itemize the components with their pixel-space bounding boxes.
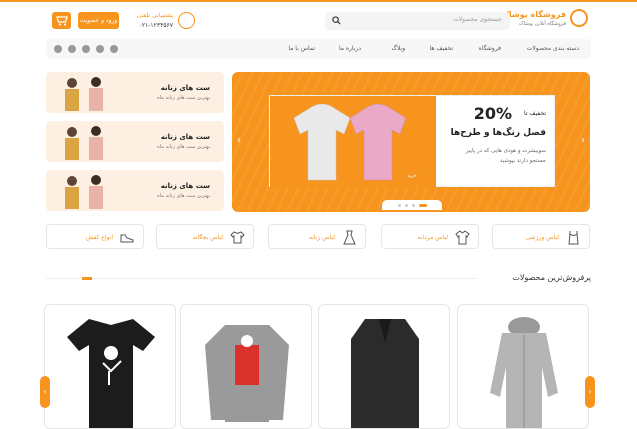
discount-prefix: تخفیف تا <box>523 110 546 117</box>
category-sport[interactable]: لباس ورزشی <box>492 224 590 249</box>
product-card[interactable] <box>44 304 176 429</box>
side-banner[interactable]: ست های زنانه بهترین ست های زنانه ماه <box>46 170 224 211</box>
side-banner-subtitle: بهترین ست های زنانه ماه <box>157 95 210 101</box>
product-image-blazer <box>351 319 419 428</box>
models-image <box>65 175 103 209</box>
side-banner-subtitle: بهترین ست های زنانه ماه <box>157 144 210 150</box>
nav-item-discounts[interactable]: تخفیف ها <box>430 45 454 52</box>
slider-dot[interactable] <box>412 204 415 207</box>
nav-item-about[interactable]: درباره ما <box>339 45 361 52</box>
headset-icon <box>178 12 195 29</box>
side-banner-title: ست های زنانه <box>160 133 210 141</box>
side-banner-title: ست های زنانه <box>160 84 210 92</box>
product-image-sweater <box>205 325 289 422</box>
category-label: انواع کفش <box>85 234 113 241</box>
hero-title: فصل رنگ‌ها و طرح‌ها <box>450 128 546 138</box>
dress-icon <box>343 230 356 245</box>
category-label: لباس ورزشی <box>525 234 559 241</box>
category-label: لباس مردانه <box>417 234 448 241</box>
slider-dot[interactable] <box>398 204 401 207</box>
side-banner[interactable]: ست های زنانه بهترین ست های زنانه ماه <box>46 72 224 113</box>
side-banner-title: ست های زنانه <box>160 182 210 190</box>
product-image-tshirt <box>67 319 155 428</box>
logo-title: فروشگاه پوشاک <box>500 10 566 19</box>
support-phone: ۰۲۱-۱۲۳۴۵۶۷ <box>138 22 173 29</box>
models-image <box>65 126 103 160</box>
site-logo[interactable]: فروشگاه پوشاک فروشگاه آنلاین پوشاک <box>501 9 588 31</box>
support-label: پشتیبانی تلفنی <box>136 12 173 19</box>
cart-button[interactable] <box>52 12 71 29</box>
slider-dot[interactable] <box>405 204 408 207</box>
tshirt-icon <box>230 231 245 244</box>
slider-prev-icon[interactable]: ‹ <box>237 135 241 146</box>
slider-next-icon[interactable]: › <box>581 135 585 146</box>
product-card[interactable] <box>180 304 312 429</box>
nav-item-categories[interactable]: دسته بندی محصولات <box>527 45 579 52</box>
section-accent <box>82 277 92 280</box>
search-placeholder: جستجوی محصولات <box>453 16 502 23</box>
category-label: لباس زنانه <box>309 234 335 241</box>
slider-dots <box>382 200 442 210</box>
product-image-coat <box>490 317 558 428</box>
shirt-icon <box>455 230 470 245</box>
category-kids[interactable]: لباس بچگانه <box>156 224 254 249</box>
product-card[interactable] <box>457 304 589 429</box>
search-icon[interactable] <box>332 16 341 25</box>
phone-support: پشتیبانی تلفنی ۰۲۱-۱۲۳۴۵۶۷ <box>130 11 195 31</box>
main-nav: دسته بندی محصولات فروشگاه تخفیف ها وبلاگ… <box>46 39 591 59</box>
twitter-icon[interactable] <box>96 45 104 53</box>
youtube-icon[interactable] <box>82 45 90 53</box>
discount-value: 20% <box>473 104 512 123</box>
top-accent-line <box>0 0 637 2</box>
logo-subtitle: فروشگاه آنلاین پوشاک <box>519 21 566 27</box>
section-divider <box>46 278 476 279</box>
products-next-button[interactable]: › <box>585 376 595 408</box>
side-banner-subtitle: بهترین ست های زنانه ماه <box>157 193 210 199</box>
category-label: لباس بچگانه <box>192 234 223 241</box>
category-shoes[interactable]: انواع کفش <box>46 224 144 249</box>
models-image <box>65 77 103 111</box>
facebook-icon[interactable] <box>110 45 118 53</box>
hero-buy-button[interactable]: خرید <box>402 172 422 182</box>
nav-item-blog[interactable]: وبلاگ <box>391 45 405 52</box>
logo-mark-icon <box>570 9 588 27</box>
category-women[interactable]: لباس زنانه <box>268 224 366 249</box>
slider-dot-active[interactable] <box>419 204 427 207</box>
section-title: پرفروش‌ترین محصولات <box>512 273 591 282</box>
products-prev-button[interactable]: ‹ <box>40 376 50 408</box>
side-banner[interactable]: ست های زنانه بهترین ست های زنانه ماه <box>46 121 224 162</box>
tank-top-icon <box>568 231 579 245</box>
shoe-icon <box>120 234 134 243</box>
instagram-icon[interactable] <box>68 45 76 53</box>
cart-icon <box>56 16 68 26</box>
search-input[interactable]: جستجوی محصولات <box>325 12 510 30</box>
category-men[interactable]: لباس مردانه <box>381 224 479 249</box>
nav-item-contact[interactable]: تماس با ما <box>288 45 315 52</box>
hero-slider[interactable]: تخفیف تا 20% فصل رنگ‌ها و طرح‌ها سوییشرت… <box>232 72 590 212</box>
hero-description: سوییشرت و هودی هایی که در پاییز <box>465 148 546 154</box>
login-button[interactable]: ورود و عضویت <box>78 12 119 29</box>
product-card[interactable] <box>318 304 450 429</box>
hero-banner[interactable]: تخفیف تا 20% فصل رنگ‌ها و طرح‌ها سوییشرت… <box>269 95 555 188</box>
telegram-icon[interactable] <box>54 45 62 53</box>
hero-description: جستجو دارند بپوشید <box>499 158 546 164</box>
nav-item-shop[interactable]: فروشگاه <box>479 45 501 52</box>
